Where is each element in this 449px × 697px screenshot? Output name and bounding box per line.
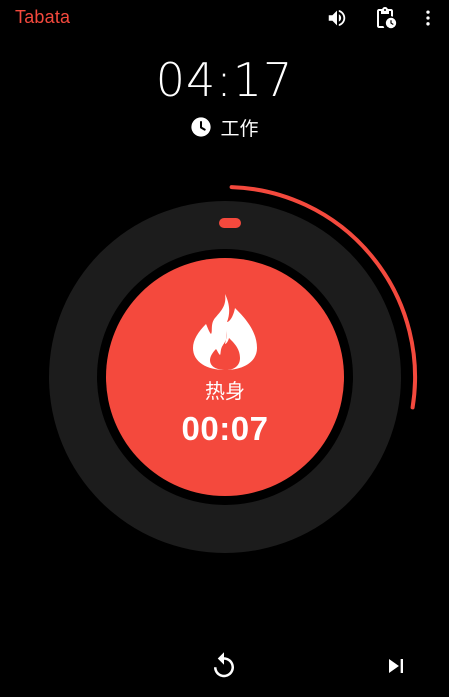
round-label: 热身 bbox=[205, 379, 245, 403]
replay-icon bbox=[214, 652, 234, 678]
dial-marker bbox=[219, 218, 241, 228]
current-round-display: 热身 00:07 bbox=[107, 262, 343, 498]
skip-next-button[interactable] bbox=[378, 648, 414, 684]
round-time: 00:07 bbox=[181, 410, 269, 447]
skip-next-icon bbox=[389, 659, 403, 673]
flame-icon bbox=[189, 292, 261, 374]
replay-button[interactable] bbox=[206, 648, 242, 684]
